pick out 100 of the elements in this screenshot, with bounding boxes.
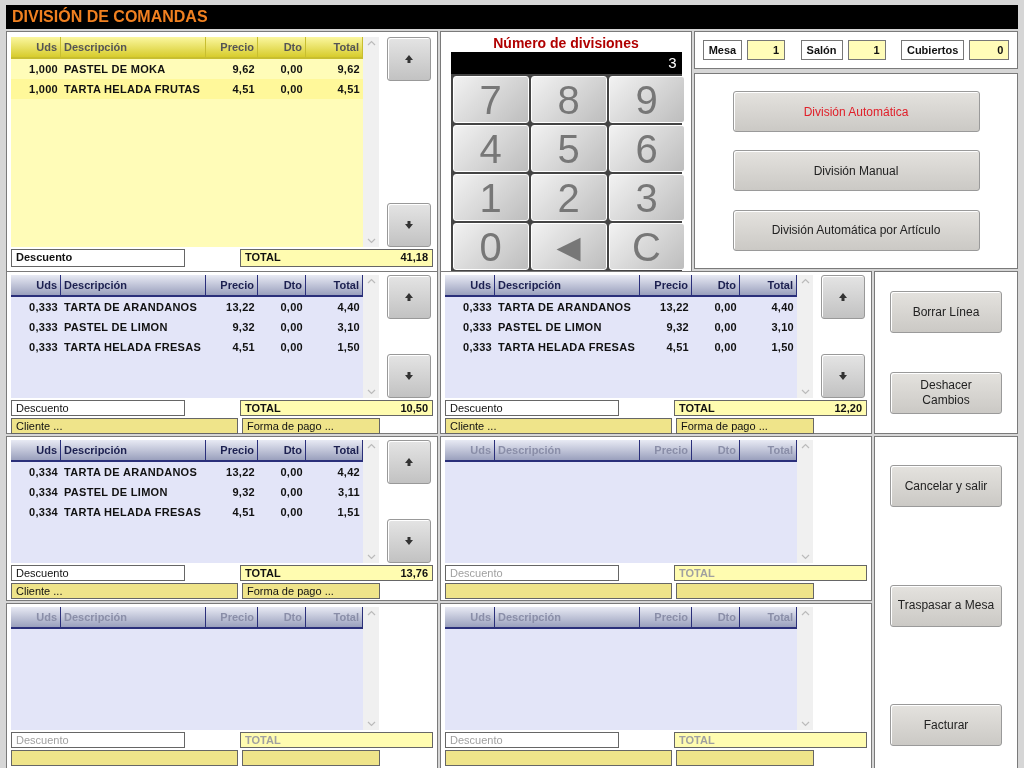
action-button[interactable]: Facturar (890, 704, 1002, 746)
table-cell-text: 0,333 (27, 299, 59, 315)
table-cell-text: PASTEL DE LIMON (63, 319, 169, 335)
down-button[interactable] (387, 354, 431, 398)
table-cell-text: 4,42 (336, 464, 361, 480)
table-cell-text: 0,00 (279, 484, 304, 500)
table-cell-text: 1,50 (770, 339, 795, 355)
action-button[interactable]: Cancelar y salir (890, 465, 1002, 507)
chevron-down-icon (800, 389, 810, 395)
table-cell-text: PASTEL DE MOKA (63, 61, 167, 77)
action-button[interactable]: Borrar Línea (890, 291, 1002, 334)
up-button[interactable] (821, 275, 865, 319)
table-cell-text: TARTA DE ARANDANOS (63, 299, 199, 315)
column-header: Precio (206, 440, 258, 460)
column-header: Precio (206, 275, 258, 295)
payment-field[interactable]: Forma de pago ... (242, 583, 380, 599)
down-button[interactable] (821, 354, 865, 398)
table-cell-text: 0,00 (279, 464, 304, 480)
division-button[interactable]: División Manual (732, 150, 980, 192)
column-header: Descripción (495, 275, 640, 295)
table-cell-text: 0,333 (461, 299, 493, 315)
client-field[interactable]: Cliente ... (11, 583, 238, 599)
order-row[interactable]: 1,000 TARTA HELADA FRUTAS 4,51 0,00 4,51 (11, 79, 363, 99)
column-header: Descripción (495, 607, 640, 627)
table-cell-text: 0,00 (713, 299, 738, 315)
total-label: TOTAL (245, 250, 281, 265)
total-label: TOTAL (679, 401, 715, 415)
column-header: Descripción (61, 440, 206, 460)
table-cell-text: 0,00 (279, 299, 304, 315)
discount-field[interactable]: Descuento (11, 249, 185, 267)
column-header: Precio (640, 607, 692, 627)
column-header: Uds (445, 440, 495, 460)
discount-field[interactable]: Descuento (445, 400, 619, 416)
total-value: 13,76 (400, 566, 428, 580)
column-header: Dto (692, 607, 740, 627)
column-header: Uds (11, 607, 61, 627)
action-button[interactable]: Deshacer Cambios (890, 371, 1002, 414)
arrow-up-icon (404, 457, 414, 467)
table-cell-text: 9,62 (231, 61, 256, 77)
total-label: TOTAL (245, 733, 281, 747)
discount-field[interactable]: Descuento (11, 565, 185, 581)
info-value: 1 (747, 39, 786, 61)
action-button[interactable]: Traspasar a Mesa (890, 584, 1002, 627)
arrow-down-icon (404, 536, 414, 546)
total-value: 41,18 (400, 250, 428, 265)
table-cell-text: 1,000 (27, 61, 59, 77)
order-row[interactable]: 1,000 PASTEL DE MOKA 9,62 0,00 9,62 (11, 59, 363, 79)
table-cell-text: TARTA DE ARANDANOS (497, 299, 633, 315)
chevron-up-icon (800, 610, 810, 616)
chevron-down-icon (366, 554, 376, 560)
table-cell-text: 0,00 (279, 319, 304, 335)
chevron-up-icon (800, 443, 810, 449)
chevron-down-icon (800, 554, 810, 560)
payment-field[interactable]: Forma de pago ... (242, 418, 380, 434)
arrow-down-icon (404, 371, 414, 381)
info-label: Cubiertos (900, 39, 965, 61)
column-header: Descripción (495, 440, 640, 460)
table-cell-text: 0,333 (461, 339, 493, 355)
info-label: Salón (800, 39, 843, 61)
table-cell-text: 0,00 (279, 81, 304, 97)
window-title: DIVISIÓN DE COMANDAS (6, 5, 1018, 29)
up-button[interactable] (387, 440, 431, 484)
total-value: 10,50 (400, 401, 428, 415)
column-header: Uds (11, 275, 61, 295)
client-field[interactable]: Cliente ... (11, 418, 238, 434)
column-header: Uds (445, 275, 495, 295)
column-header: Precio (640, 275, 692, 295)
table-cell-text: 0,334 (27, 484, 59, 500)
column-header: Precio (640, 440, 692, 460)
table-cell-text: 13,22 (224, 299, 256, 315)
table-cell-text: TARTA HELADA FRESAS (63, 504, 203, 520)
table-cell-text: 4,51 (665, 339, 690, 355)
chevron-up-icon (366, 443, 376, 449)
discount-field[interactable]: Descuento (11, 400, 185, 416)
chevron-up-icon (366, 278, 376, 284)
total-label: TOTAL (679, 566, 715, 580)
total-label: TOTAL (679, 733, 715, 747)
up-button[interactable] (387, 275, 431, 319)
chevron-down-icon (366, 721, 376, 727)
down-button[interactable] (387, 203, 431, 247)
up-button[interactable] (387, 37, 431, 81)
table-cell-text: TARTA HELADA FRUTAS (63, 81, 202, 97)
info-value: 1 (847, 39, 886, 61)
table-cell-text: 13,22 (224, 464, 256, 480)
client-field[interactable]: Cliente ... (445, 418, 672, 434)
table-cell-text: 0,333 (27, 339, 59, 355)
table-cell-text: 0,334 (27, 464, 59, 480)
total-label: TOTAL (245, 401, 281, 415)
divisions-display: 3 (450, 52, 682, 74)
column-header: Descripción (61, 607, 206, 627)
table-cell-text: 0,00 (713, 339, 738, 355)
table-cell-text: 9,32 (665, 319, 690, 335)
division-button[interactable]: División Automática por Artículo (732, 209, 980, 251)
table-cell-text: 0,333 (27, 319, 59, 335)
column-header: Uds (11, 440, 61, 460)
payment-field[interactable]: Forma de pago ... (676, 418, 814, 434)
down-button[interactable] (387, 519, 431, 563)
chevron-up-icon (366, 610, 376, 616)
table-cell-text: 3,11 (337, 484, 361, 500)
table-cell-text: 4,51 (231, 81, 256, 97)
